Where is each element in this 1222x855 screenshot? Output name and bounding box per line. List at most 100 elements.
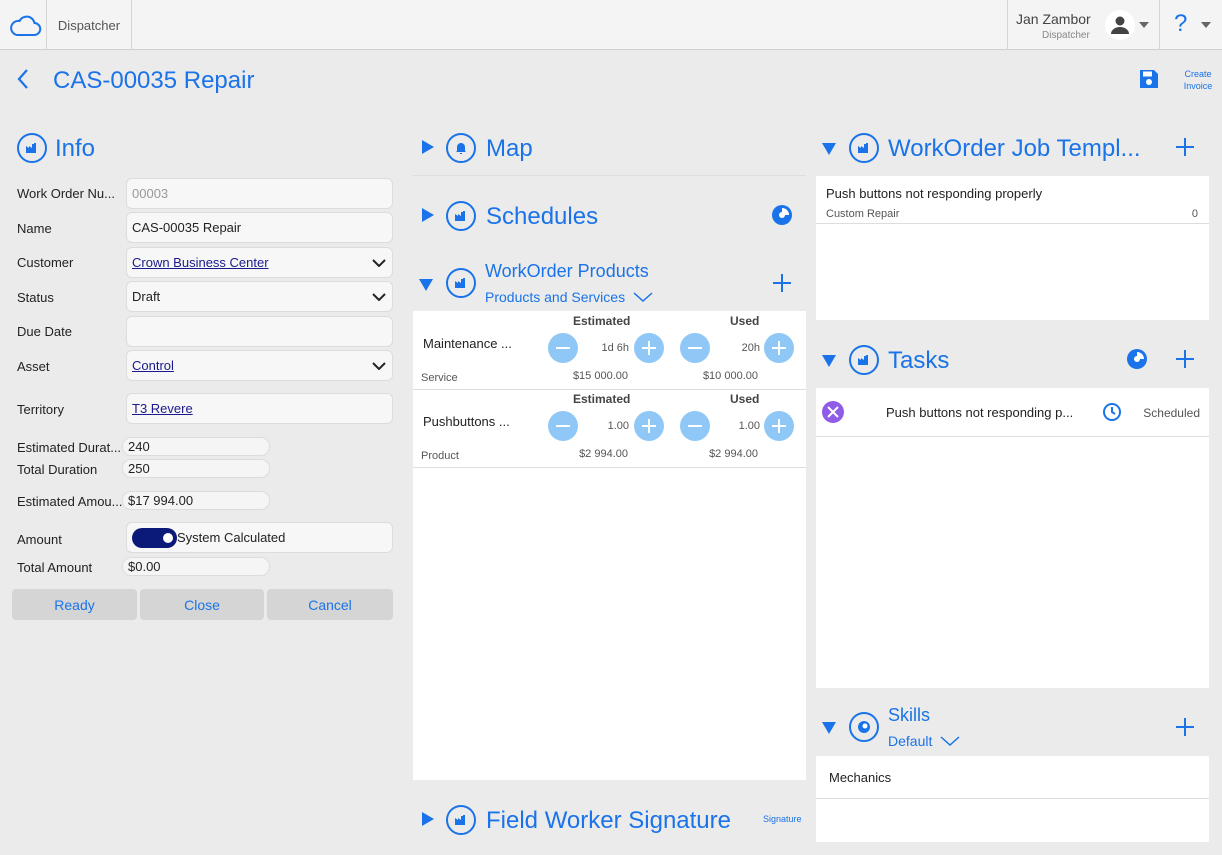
decrease-estimated-button[interactable] bbox=[548, 333, 578, 363]
list-item[interactable]: Mechanics bbox=[816, 756, 1209, 799]
due-date-field[interactable] bbox=[126, 316, 393, 347]
toggle-label: System Calculated bbox=[177, 530, 286, 545]
product-name: Pushbuttons ... bbox=[423, 414, 510, 429]
collapse-skills-icon[interactable] bbox=[822, 722, 836, 734]
signature-button[interactable]: Signature bbox=[763, 814, 802, 824]
chart-pie-icon[interactable] bbox=[771, 204, 793, 226]
work-order-number-value: 00003 bbox=[132, 186, 169, 201]
status-label: Status bbox=[17, 290, 54, 305]
customer-link[interactable]: Crown Business Center bbox=[132, 255, 269, 270]
estimated-duration-field: 240 bbox=[122, 437, 270, 456]
expand-signature-icon[interactable] bbox=[422, 812, 434, 826]
add-skill-icon[interactable] bbox=[1175, 717, 1195, 737]
user-menu[interactable]: Jan Zambor Dispatcher bbox=[1007, 0, 1160, 50]
status-value: Draft bbox=[132, 289, 161, 304]
skill-name: Mechanics bbox=[829, 770, 892, 785]
signature-title[interactable]: Field Worker Signature bbox=[486, 807, 731, 835]
asset-field[interactable]: Control bbox=[126, 350, 393, 381]
work-order-number-field: 00003 bbox=[126, 178, 393, 209]
top-bar: Dispatcher Jan Zambor Dispatcher ? bbox=[0, 0, 1222, 50]
create-invoice-button[interactable]: Create Invoice bbox=[1178, 68, 1218, 92]
add-product-icon[interactable] bbox=[772, 273, 792, 293]
customer-label: Customer bbox=[17, 255, 74, 270]
map-section-icon bbox=[446, 133, 476, 163]
help-icon: ? bbox=[1174, 10, 1188, 37]
increase-estimated-button[interactable] bbox=[634, 411, 664, 441]
products-filter[interactable]: Products and Services bbox=[485, 289, 653, 305]
divider bbox=[413, 175, 806, 176]
increase-used-button[interactable] bbox=[764, 333, 794, 363]
asset-label: Asset bbox=[17, 359, 50, 374]
plus-icon bbox=[772, 341, 786, 355]
tasks-title: Tasks bbox=[888, 347, 950, 374]
job-templates-panel: Push buttons not responding properly Cus… bbox=[816, 176, 1209, 320]
add-job-template-icon[interactable] bbox=[1175, 137, 1195, 157]
decrease-used-button[interactable] bbox=[680, 333, 710, 363]
asset-link[interactable]: Control bbox=[132, 358, 174, 373]
estimated-header: Estimated bbox=[573, 392, 631, 406]
minus-icon bbox=[556, 425, 570, 427]
add-task-icon[interactable] bbox=[1175, 349, 1195, 369]
amount-field: System Calculated bbox=[126, 522, 393, 553]
save-icon[interactable] bbox=[1139, 69, 1159, 89]
factory-icon bbox=[858, 143, 868, 153]
name-field[interactable]: CAS-00035 Repair bbox=[126, 212, 393, 243]
customer-field[interactable]: Crown Business Center bbox=[126, 247, 393, 278]
product-row[interactable]: Estimated Used Maintenance ... 1d 6h 20h… bbox=[413, 311, 806, 390]
user-icon bbox=[1111, 16, 1129, 34]
used-price: $10 000.00 bbox=[702, 370, 758, 382]
plus-icon bbox=[642, 341, 656, 355]
map-title[interactable]: Map bbox=[486, 135, 533, 163]
job-templates-title: WorkOrder Job Templ... bbox=[888, 135, 1141, 162]
used-price: $2 994.00 bbox=[709, 448, 758, 460]
close-button[interactable]: Close bbox=[140, 589, 264, 620]
decrease-used-button[interactable] bbox=[680, 411, 710, 441]
expand-schedules-icon[interactable] bbox=[422, 208, 434, 222]
territory-link[interactable]: T3 Revere bbox=[132, 401, 193, 416]
chevron-down-icon bbox=[940, 736, 960, 747]
collapse-tasks-icon[interactable] bbox=[822, 355, 836, 367]
product-type: Service bbox=[421, 372, 458, 384]
toggle-knob bbox=[163, 532, 173, 543]
territory-field[interactable]: T3 Revere bbox=[126, 393, 393, 424]
estimated-price: $2 994.00 bbox=[579, 448, 628, 460]
plus-icon bbox=[642, 419, 656, 433]
increase-used-button[interactable] bbox=[764, 411, 794, 441]
status-select[interactable]: Draft bbox=[126, 281, 393, 312]
system-calculated-toggle[interactable] bbox=[132, 527, 177, 548]
schedules-title[interactable]: Schedules bbox=[486, 203, 598, 231]
factory-icon bbox=[455, 211, 465, 221]
estimated-qty: 1.00 bbox=[607, 420, 629, 432]
app-logo[interactable] bbox=[0, 0, 47, 50]
job-template-name: Push buttons not responding properly bbox=[826, 186, 1043, 201]
cancel-button[interactable]: Cancel bbox=[267, 589, 393, 620]
estimated-qty: 1d 6h bbox=[601, 342, 629, 354]
expand-map-icon[interactable] bbox=[422, 140, 434, 154]
info-title: Info bbox=[55, 135, 96, 162]
collapse-products-icon[interactable] bbox=[419, 279, 433, 291]
chevron-down-icon bbox=[372, 258, 386, 267]
user-role: Dispatcher bbox=[1042, 30, 1090, 41]
product-row[interactable]: Estimated Used Pushbuttons ... 1.00 1.00… bbox=[413, 390, 806, 468]
due-date-label: Due Date bbox=[17, 324, 72, 339]
estimated-header: Estimated bbox=[573, 314, 631, 328]
skills-filter[interactable]: Default bbox=[888, 733, 960, 749]
decrease-estimated-button[interactable] bbox=[548, 411, 578, 441]
collapse-job-templates-icon[interactable] bbox=[822, 143, 836, 155]
task-status: Scheduled bbox=[1143, 406, 1200, 420]
estimated-duration-value: 240 bbox=[128, 439, 150, 454]
factory-icon bbox=[455, 815, 465, 825]
list-item[interactable]: Push buttons not responding p... Schedul… bbox=[816, 388, 1209, 437]
avatar bbox=[1105, 10, 1135, 40]
estimated-amount-value: $17 994.00 bbox=[128, 493, 194, 508]
app-switcher[interactable]: Dispatcher bbox=[47, 0, 132, 50]
product-name: Maintenance ... bbox=[423, 336, 512, 351]
back-chevron-icon[interactable] bbox=[16, 68, 30, 90]
chart-pie-icon[interactable] bbox=[1126, 348, 1148, 370]
ready-button[interactable]: Ready bbox=[12, 589, 137, 620]
list-item[interactable]: Push buttons not responding properly Cus… bbox=[816, 176, 1209, 224]
increase-estimated-button[interactable] bbox=[634, 333, 664, 363]
products-filter-label: Products and Services bbox=[485, 289, 626, 305]
help-menu[interactable]: ? bbox=[1160, 0, 1222, 50]
app-name: Dispatcher bbox=[57, 17, 121, 33]
